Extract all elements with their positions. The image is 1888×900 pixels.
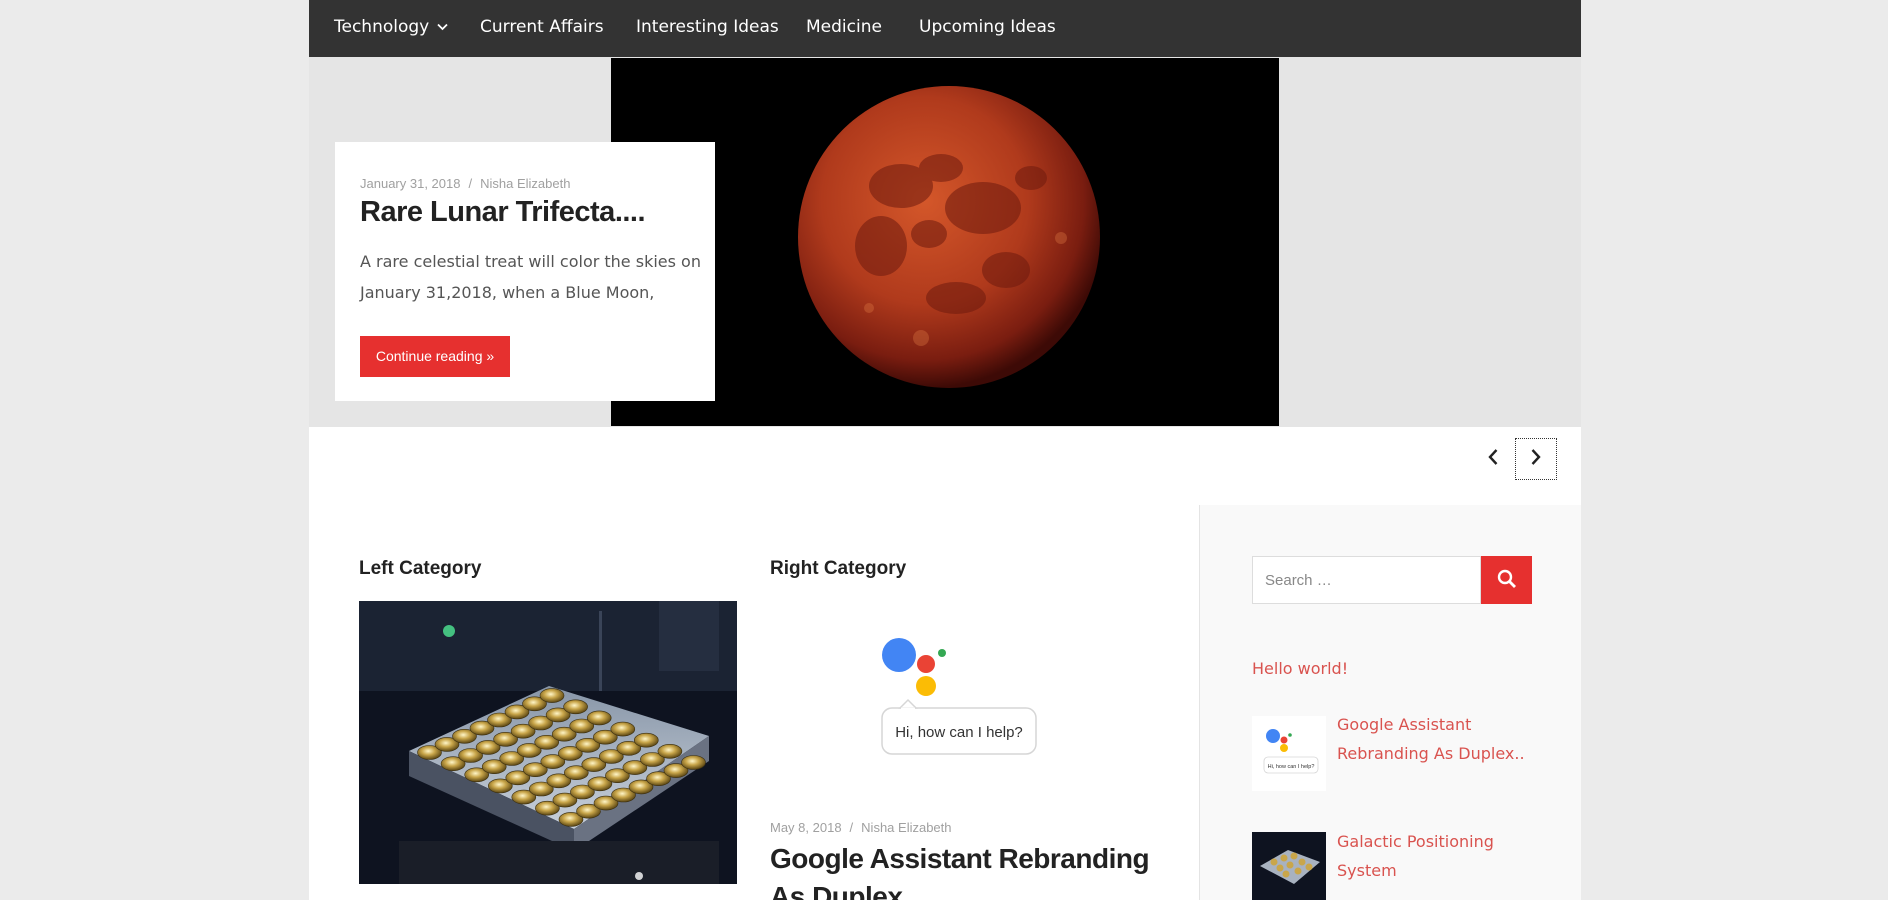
satellite-array-thumbnail[interactable] bbox=[1252, 832, 1326, 900]
chevron-down-icon bbox=[437, 0, 448, 53]
main-nav: Technology Current Affairs Interesting I… bbox=[309, 0, 1581, 57]
meta-separator: / bbox=[849, 820, 854, 835]
array-dish bbox=[657, 744, 683, 759]
search-icon bbox=[1497, 569, 1517, 592]
google-assistant-thumbnail[interactable]: Hi, how can I help? bbox=[1252, 716, 1326, 791]
search-input[interactable] bbox=[1252, 556, 1481, 604]
sidebar-post-link-galactic-positioning[interactable]: Galactic Positioning System bbox=[1337, 827, 1527, 885]
featured-post-card: January 31, 2018 / Nisha Elizabeth Rare Lu… bbox=[335, 142, 715, 401]
nav-item-technology[interactable]: Technology bbox=[334, 0, 448, 57]
featured-slider: January 31, 2018 / Nisha Elizabeth Rare Lu… bbox=[309, 57, 1581, 427]
slider-prev-button[interactable] bbox=[1472, 438, 1514, 480]
post-date[interactable]: January 31, 2018 bbox=[360, 176, 460, 191]
google-assistant-image[interactable]: Hi, how can I help? bbox=[770, 601, 1148, 774]
assistant-bubble-text: Hi, how can I help? bbox=[895, 724, 1023, 741]
array-dish bbox=[610, 721, 636, 737]
array-dish bbox=[633, 732, 659, 748]
search-button[interactable] bbox=[1481, 556, 1532, 604]
post-excerpt: A rare celestial treat will color the sk… bbox=[360, 252, 701, 302]
post-author[interactable]: Nisha Elizabeth bbox=[861, 820, 951, 835]
array-dish bbox=[539, 688, 565, 703]
nav-item-medicine[interactable]: Medicine bbox=[806, 0, 882, 57]
meta-separator: / bbox=[468, 176, 473, 191]
nav-item-upcoming-ideas[interactable]: Upcoming Ideas bbox=[919, 0, 1056, 57]
left-category-title: Left Category bbox=[359, 558, 482, 579]
array-dish bbox=[563, 699, 588, 715]
nav-item-label: Technology bbox=[334, 17, 430, 37]
array-dish bbox=[586, 710, 612, 726]
slider-controls bbox=[309, 427, 1581, 505]
nav-item-interesting-ideas[interactable]: Interesting Ideas bbox=[636, 0, 779, 57]
chevron-right-icon bbox=[1530, 448, 1542, 470]
satellite-array-image[interactable] bbox=[359, 601, 737, 884]
post-title[interactable]: Rare Lunar Trifecta.... bbox=[360, 196, 646, 229]
sidebar-post-link-google-assistant[interactable]: Google Assistant Rebranding As Duplex.. bbox=[1337, 710, 1527, 768]
post-author[interactable]: Nisha Elizabeth bbox=[480, 176, 570, 191]
nav-item-current-affairs[interactable]: Current Affairs bbox=[480, 0, 604, 57]
thumb-bubble-text: Hi, how can I help? bbox=[1268, 764, 1315, 770]
page: Technology Current Affairs Interesting I… bbox=[309, 0, 1581, 900]
right-post-meta: May 8, 2018 / Nisha Elizabeth bbox=[770, 820, 952, 835]
chevron-left-icon bbox=[1487, 448, 1499, 470]
right-post-title[interactable]: Google Assistant Rebranding As Duplex.. bbox=[770, 840, 1170, 900]
post-meta: January 31, 2018 / Nisha Elizabeth bbox=[360, 176, 570, 191]
sidebar: Hello world! Hi, how can I help? Google … bbox=[1199, 505, 1581, 900]
post-date[interactable]: May 8, 2018 bbox=[770, 820, 842, 835]
continue-reading-button[interactable]: Continue reading » bbox=[360, 336, 510, 377]
slider-next-button[interactable] bbox=[1515, 438, 1557, 480]
array-dish bbox=[681, 755, 706, 770]
hello-world-link[interactable]: Hello world! bbox=[1252, 659, 1348, 678]
right-category-title: Right Category bbox=[770, 558, 907, 579]
